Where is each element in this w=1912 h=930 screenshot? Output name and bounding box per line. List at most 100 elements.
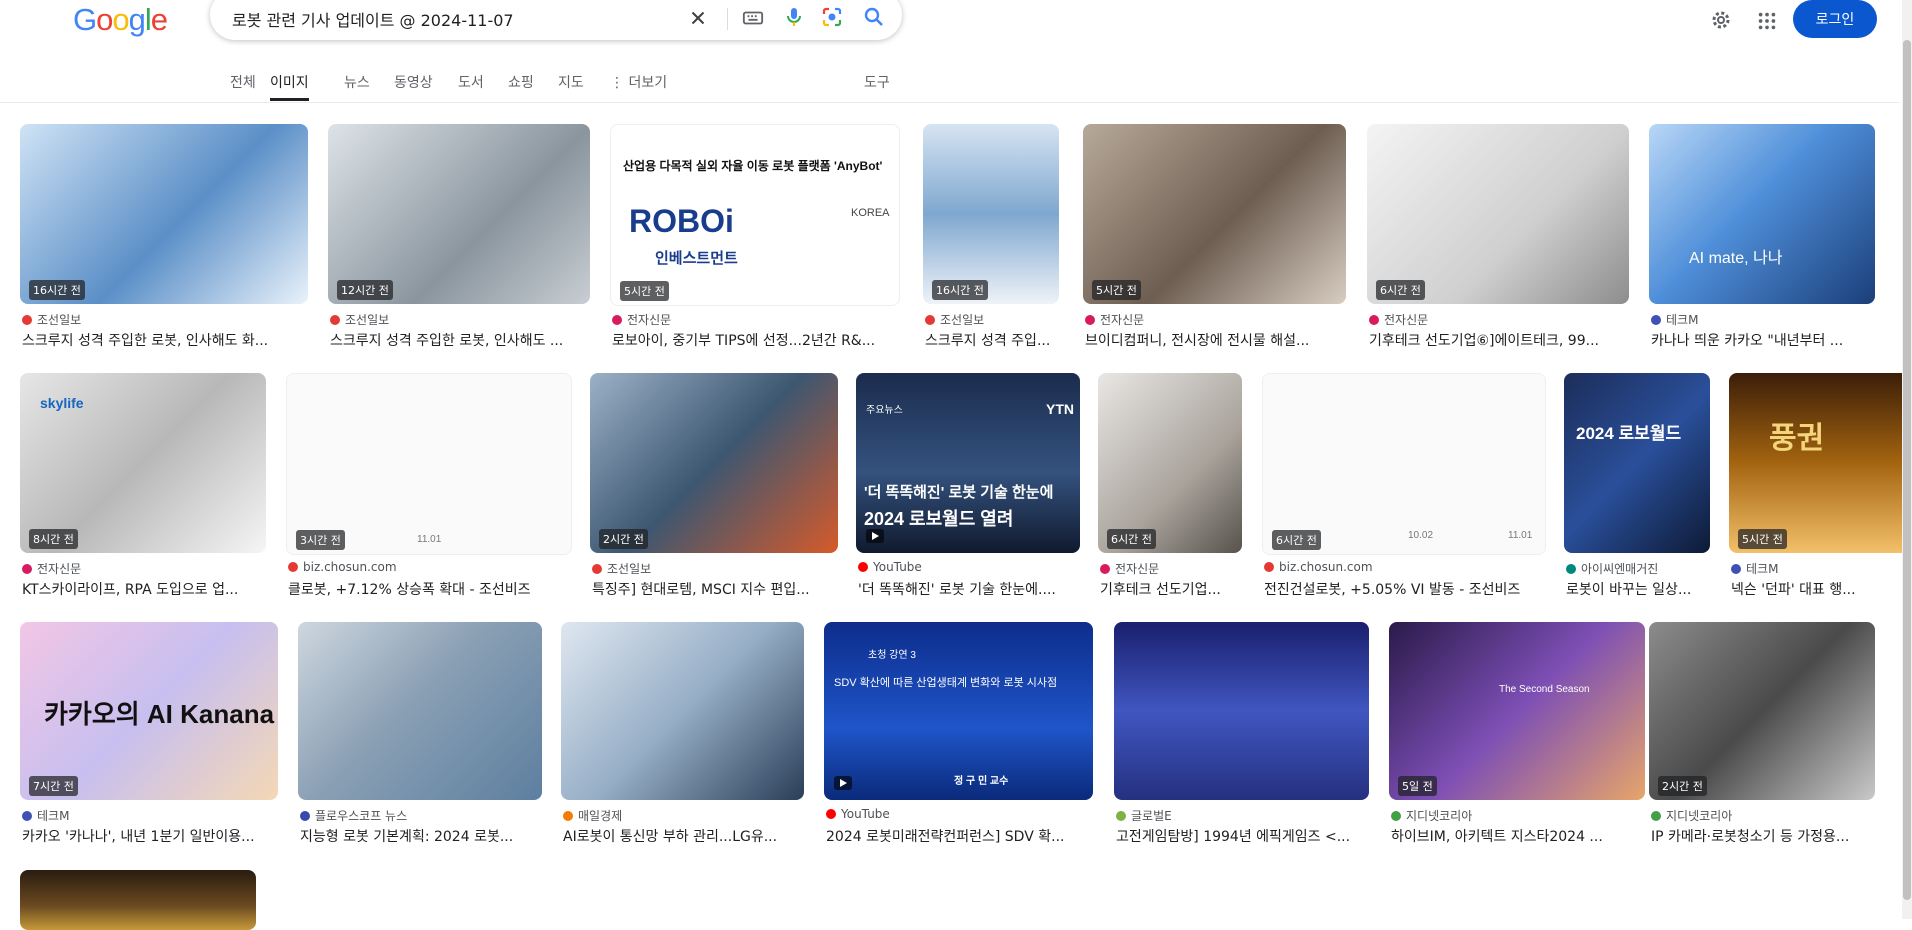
result-thumbnail[interactable]: 2시간 전 (590, 373, 838, 553)
result-source[interactable]: 전자신문 (1100, 560, 1159, 577)
result-source[interactable]: 테크M (1731, 560, 1778, 577)
result-caption[interactable]: 로보아이, 중기부 TIPS에 선정...2년간 R&... (612, 330, 896, 350)
result-thumbnail[interactable]: 8시간 전 skylife (20, 373, 266, 553)
result-thumbnail[interactable]: 5시간 전 풍권 (1729, 373, 1909, 553)
tab-shopping[interactable]: 쇼핑 (508, 72, 534, 102)
result-thumbnail[interactable]: 5시간 전 (1083, 124, 1346, 304)
result-source[interactable]: 조선일보 (592, 560, 651, 577)
result-thumbnail[interactable]: 6시간 전 (1098, 373, 1242, 553)
result-caption[interactable]: 지능형 로봇 기본계획: 2024 로봇... (300, 826, 540, 846)
keyboard-icon[interactable] (742, 7, 764, 29)
scrollbar[interactable] (1902, 0, 1912, 919)
result-caption[interactable]: 고전게임탐방] 1994년 에픽게임즈 <... (1116, 826, 1367, 846)
result-source[interactable]: 조선일보 (22, 311, 81, 328)
result-source[interactable]: 테크M (1651, 311, 1698, 328)
tab-books[interactable]: 도서 (458, 72, 484, 102)
result-source[interactable]: biz.chosun.com (1264, 560, 1373, 574)
result-thumbnail[interactable] (298, 622, 542, 800)
result-thumbnail[interactable]: 2시간 전 (1649, 622, 1875, 800)
result-caption[interactable]: 스크루지 성격 주입한 로봇, 인사해도 ... (330, 330, 588, 350)
result-caption[interactable]: 로봇이 바꾸는 일상... (1566, 579, 1708, 599)
result-source[interactable]: 지디넷코리아 (1391, 807, 1472, 824)
login-button[interactable]: 로그인 (1793, 0, 1877, 38)
image-text: YTN (1046, 401, 1074, 417)
result-source[interactable]: 조선일보 (925, 311, 984, 328)
result-source[interactable]: 매일경제 (563, 807, 622, 824)
result-caption[interactable]: 스크루지 성격 주입한 로봇, 인사해도 화... (22, 330, 306, 350)
result-source[interactable]: 조선일보 (330, 311, 389, 328)
google-logo[interactable]: Google (73, 2, 168, 38)
mic-icon[interactable] (782, 5, 806, 29)
result-thumbnail[interactable]: 3시간 전 11.01 (286, 373, 572, 555)
result-source[interactable]: YouTube (826, 807, 890, 821)
result-caption[interactable]: 특징주] 현대로템, MSCI 지수 편입... (592, 579, 836, 599)
result-source[interactable]: 전자신문 (1085, 311, 1144, 328)
result-source[interactable]: 전자신문 (612, 311, 671, 328)
result-source[interactable]: 전자신문 (22, 560, 81, 577)
time-badge: 5일 전 (1398, 776, 1437, 796)
result-source[interactable]: biz.chosun.com (288, 560, 397, 574)
result-caption[interactable]: 전진건설로봇, +5.05% VI 발동 - 조선비즈 (1264, 579, 1542, 599)
source-name: 지디넷코리아 (1406, 809, 1473, 823)
result-caption[interactable]: 카나나 띄운 카카오 "내년부터 ... (1651, 330, 1873, 350)
favicon-icon (1651, 315, 1661, 325)
result-thumbnail[interactable]: AI mate, 나나 (1649, 124, 1875, 304)
result-thumbnail[interactable]: 12시간 전 (328, 124, 590, 304)
play-icon (834, 776, 852, 790)
tab-news[interactable]: 뉴스 (344, 72, 370, 102)
scrollbar-thumb[interactable] (1903, 40, 1911, 900)
result-thumbnail[interactable]: 16시간 전 (20, 124, 308, 304)
result-caption[interactable]: 카카오 '카나나', 내년 1분기 일반이용... (22, 826, 276, 846)
tab-maps[interactable]: 지도 (558, 72, 584, 102)
result-caption[interactable]: 기후테크 선도기업... (1100, 579, 1240, 599)
result-caption[interactable]: '더 똑똑해진' 로봇 기술 한눈에.... (858, 579, 1078, 599)
tools-button[interactable]: 도구 (864, 72, 890, 102)
result-thumbnail[interactable]: 16시간 전 (923, 124, 1059, 304)
search-box[interactable] (210, 0, 902, 40)
result-caption[interactable]: 2024 로봇미래전략컨퍼런스] SDV 확... (826, 826, 1091, 846)
result-source[interactable]: YouTube (858, 560, 922, 574)
result-thumbnail[interactable] (20, 870, 256, 930)
result-caption[interactable]: 브이디컴퍼니, 전시장에 전시물 해설... (1085, 330, 1344, 350)
result-caption[interactable]: 클로봇, +7.12% 상승폭 확대 - 조선비즈 (288, 579, 568, 599)
result-thumbnail[interactable]: 5일 전 The Second Season (1389, 622, 1645, 800)
result-source[interactable]: 글로벌E (1116, 807, 1172, 824)
result-source[interactable]: 전자신문 (1369, 311, 1428, 328)
result-thumbnail[interactable]: 6시간 전 (1367, 124, 1629, 304)
result-thumbnail[interactable] (1114, 622, 1369, 800)
tab-more[interactable]: ⋮ 더보기 (610, 72, 667, 102)
tab-videos[interactable]: 동영상 (394, 72, 433, 102)
source-name: biz.chosun.com (303, 560, 397, 574)
result-caption[interactable]: 하이브IM, 아키텍트 지스타2024 ... (1391, 826, 1643, 846)
result-source[interactable]: 테크M (22, 807, 69, 824)
time-badge: 12시간 전 (337, 280, 393, 300)
gear-icon[interactable] (1709, 8, 1733, 32)
tab-all[interactable]: 전체 (230, 72, 256, 102)
image-text: 정 구 민 교수 (954, 776, 1009, 787)
image-text: 11.01 (417, 534, 442, 545)
result-thumbnail[interactable]: 2024 로보월드 (1564, 373, 1710, 553)
result-thumbnail[interactable] (561, 622, 804, 800)
result-caption[interactable]: 기후테크 선도기업⑥]에이트테크, 99... (1369, 330, 1627, 350)
result-caption[interactable]: 넥슨 '던파' 대표 행... (1731, 579, 1907, 599)
source-name: biz.chosun.com (1279, 560, 1373, 574)
result-caption[interactable]: 스크루지 성격 주입... (925, 330, 1057, 350)
result-source[interactable]: 지디넷코리아 (1651, 807, 1732, 824)
tab-images[interactable]: 이미지 (270, 72, 309, 101)
close-icon[interactable] (687, 7, 709, 29)
result-thumbnail[interactable]: 7시간 전 카카오의 AI Kanana (20, 622, 278, 800)
result-caption[interactable]: IP 카메라·로봇청소기 등 가정용... (1651, 826, 1873, 846)
source-name: 조선일보 (37, 313, 82, 327)
result-source[interactable]: 플로우스코프 뉴스 (300, 807, 407, 824)
result-thumbnail[interactable]: 5시간 전 산업용 다목적 실외 자율 이동 로봇 플랫폼 'AnyBot' ROB… (610, 124, 900, 306)
result-caption[interactable]: KT스카이라이프, RPA 도입으로 업... (22, 579, 264, 599)
result-thumbnail[interactable]: 주요뉴스 YTN '더 똑똑해진' 로봇 기술 한눈에 2024 로보월드 열려 (856, 373, 1080, 553)
result-thumbnail[interactable]: 6시간 전 10.02 11.01 (1262, 373, 1546, 555)
lens-icon[interactable] (820, 5, 844, 29)
search-input[interactable] (232, 8, 672, 30)
result-thumbnail[interactable]: 초청 강연 3 SDV 확산에 따른 산업생태계 변화와 로봇 시사점 정 구 민 … (824, 622, 1093, 800)
result-caption[interactable]: AI로봇이 통신망 부하 관리...LG유... (563, 826, 802, 846)
result-source[interactable]: 아이씨엔매거진 (1566, 560, 1658, 577)
search-icon[interactable] (862, 5, 886, 29)
apps-icon[interactable] (1756, 10, 1778, 32)
